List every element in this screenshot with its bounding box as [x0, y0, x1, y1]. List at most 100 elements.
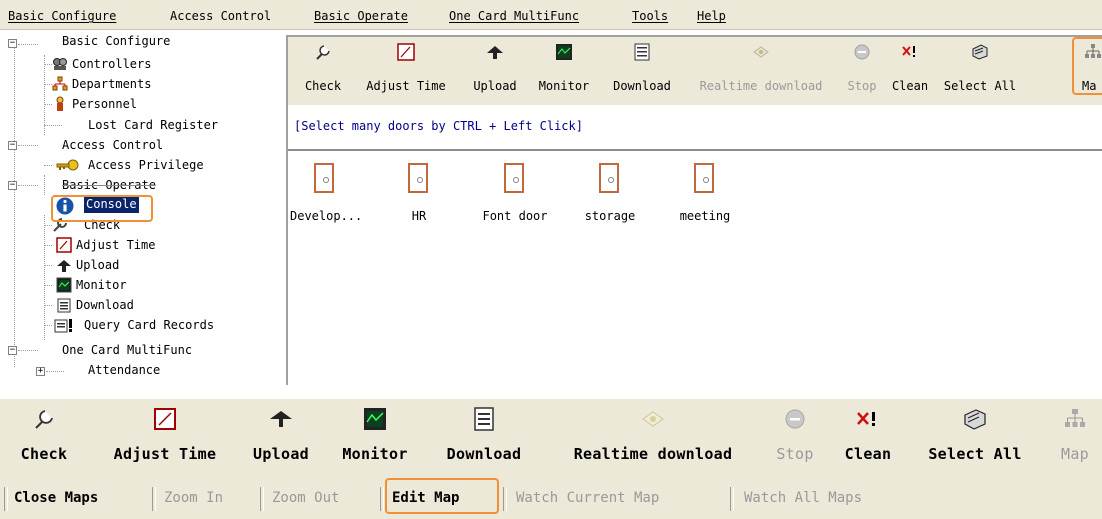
- tree-node-basic-operate[interactable]: − Basic Operate: [0, 176, 280, 194]
- tree-label: Personnel: [72, 97, 138, 111]
- tree-label: Access Control: [62, 138, 164, 152]
- stop-button[interactable]: Stop: [842, 41, 882, 99]
- watch-all-maps-button[interactable]: Watch All Maps: [744, 490, 862, 506]
- collapse-icon[interactable]: −: [8, 141, 17, 150]
- expand-icon[interactable]: +: [36, 367, 45, 376]
- menu-one-card-multifunc[interactable]: One Card MultiFunc: [449, 9, 579, 23]
- console-highlight: [51, 195, 153, 222]
- menu-basic-configure[interactable]: Basic Configure: [8, 9, 116, 23]
- separator: [380, 487, 384, 511]
- check-button[interactable]: Check: [296, 41, 350, 99]
- map-button-large[interactable]: Map: [1052, 401, 1098, 473]
- tree-node-controllers[interactable]: Controllers: [0, 55, 280, 73]
- download-icon: [57, 298, 71, 313]
- door-icon: [504, 163, 524, 193]
- tree-node-upload[interactable]: Upload: [0, 256, 280, 274]
- button-label: Clean: [891, 79, 929, 93]
- door-hr[interactable]: HR: [384, 163, 454, 223]
- select-all-button[interactable]: Select All: [936, 41, 1024, 99]
- tree-node-personnel[interactable]: Personnel: [0, 95, 280, 113]
- tree-label: Basic Configure: [62, 35, 171, 48]
- button-label: Realtime download: [699, 79, 823, 93]
- door-meeting[interactable]: meeting: [670, 163, 740, 223]
- tree-node-query-card-records[interactable]: Query Card Records: [0, 316, 280, 334]
- tree-label: Basic Operate: [62, 178, 156, 192]
- tree-node-attendance[interactable]: + Attendance: [0, 361, 280, 379]
- button-label: Clean: [844, 445, 892, 463]
- watch-current-map-button[interactable]: Watch Current Map: [516, 490, 659, 506]
- realtime-download-button[interactable]: Realtime download: [686, 41, 836, 99]
- close-maps-button[interactable]: Close Maps: [14, 490, 98, 506]
- clean-button[interactable]: Clean: [886, 41, 934, 99]
- tree-label: Upload: [76, 258, 120, 272]
- monitor-icon: [56, 277, 72, 293]
- menu-access-control[interactable]: Access Control: [170, 9, 271, 23]
- upload-icon: [57, 260, 71, 272]
- door-icon: [408, 163, 428, 193]
- tree-node-monitor[interactable]: Monitor: [0, 276, 280, 294]
- clean-button-large[interactable]: Clean: [834, 401, 902, 473]
- collapse-icon[interactable]: −: [8, 181, 17, 190]
- zoomed-toolbar-panel: Check Adjust Time Upload Monitor Downloa…: [0, 399, 1102, 519]
- button-label: Monitor: [538, 79, 590, 93]
- button-label: Select All: [943, 79, 1017, 93]
- select-all-icon: [972, 44, 988, 60]
- tree-node-departments[interactable]: Departments: [0, 75, 280, 93]
- tree-connector: [18, 185, 38, 186]
- menu-basic-operate[interactable]: Basic Operate: [314, 9, 408, 23]
- separator: [260, 487, 264, 511]
- select-all-button-large[interactable]: Select All: [916, 401, 1034, 473]
- tree-node-access-privilege[interactable]: Access Privilege: [0, 156, 280, 174]
- menu-help[interactable]: Help: [697, 9, 726, 23]
- stop-icon: [854, 44, 870, 60]
- button-label: Download: [446, 445, 522, 463]
- tree-connector: [44, 64, 52, 65]
- select-all-icon: [964, 409, 986, 430]
- collapse-icon[interactable]: −: [8, 346, 17, 355]
- map-icon: [1065, 409, 1085, 427]
- door-storage[interactable]: storage: [575, 163, 645, 223]
- adjust-time-button[interactable]: Adjust Time: [354, 41, 458, 99]
- monitor-button[interactable]: Monitor: [532, 41, 596, 99]
- selection-hint: [Select many doors by CTRL + Left Click]: [294, 119, 583, 133]
- upload-icon: [487, 46, 503, 59]
- stop-button-large[interactable]: Stop: [770, 401, 820, 473]
- upload-button-large[interactable]: Upload: [242, 401, 320, 473]
- tree-label: Adjust Time: [76, 238, 156, 252]
- tree-connector: [44, 285, 52, 286]
- tree-node-adjust-time[interactable]: Adjust Time: [0, 236, 280, 254]
- separator: [4, 487, 8, 511]
- upload-button[interactable]: Upload: [464, 41, 526, 99]
- tree-label: Access Privilege: [88, 158, 204, 172]
- query-records-icon: [54, 319, 72, 333]
- menu-bar: Basic Configure Access Control Basic Ope…: [0, 0, 1102, 30]
- menu-tools[interactable]: Tools: [632, 9, 668, 23]
- tree-node-one-card-multifunc[interactable]: − One Card MultiFunc: [0, 341, 280, 359]
- wrench-icon: [35, 410, 53, 429]
- button-label: Adjust Time: [113, 445, 217, 463]
- realtime-download-icon: [753, 46, 769, 58]
- button-label: Check: [20, 445, 68, 463]
- collapse-icon[interactable]: −: [8, 39, 17, 48]
- realtime-download-button-large[interactable]: Realtime download: [548, 401, 758, 473]
- tree-connector: [18, 145, 38, 146]
- check-button-large[interactable]: Check: [8, 401, 80, 473]
- download-button-large[interactable]: Download: [434, 401, 534, 473]
- tree-connector: [44, 125, 62, 126]
- tree-node-download[interactable]: Download: [0, 296, 280, 314]
- tree-node-lost-card-register[interactable]: Lost Card Register: [0, 116, 280, 134]
- tree-connector: [18, 350, 38, 351]
- button-label: Select All: [928, 445, 1022, 463]
- door-develop[interactable]: Develop...: [290, 163, 363, 223]
- adjust-time-button-large[interactable]: Adjust Time: [96, 401, 234, 473]
- download-button[interactable]: Download: [602, 41, 682, 99]
- clean-icon: [902, 46, 915, 57]
- tree-node-access-control[interactable]: − Access Control: [0, 136, 280, 154]
- tree-connector: [18, 44, 38, 45]
- door-font-door[interactable]: Font door: [480, 163, 550, 223]
- tree-node-basic-configure[interactable]: − Basic Configure: [0, 35, 280, 55]
- door-label: Develop...: [290, 209, 363, 223]
- zoom-in-button[interactable]: Zoom In: [164, 490, 223, 506]
- monitor-button-large[interactable]: Monitor: [332, 401, 418, 473]
- zoom-out-button[interactable]: Zoom Out: [272, 490, 339, 506]
